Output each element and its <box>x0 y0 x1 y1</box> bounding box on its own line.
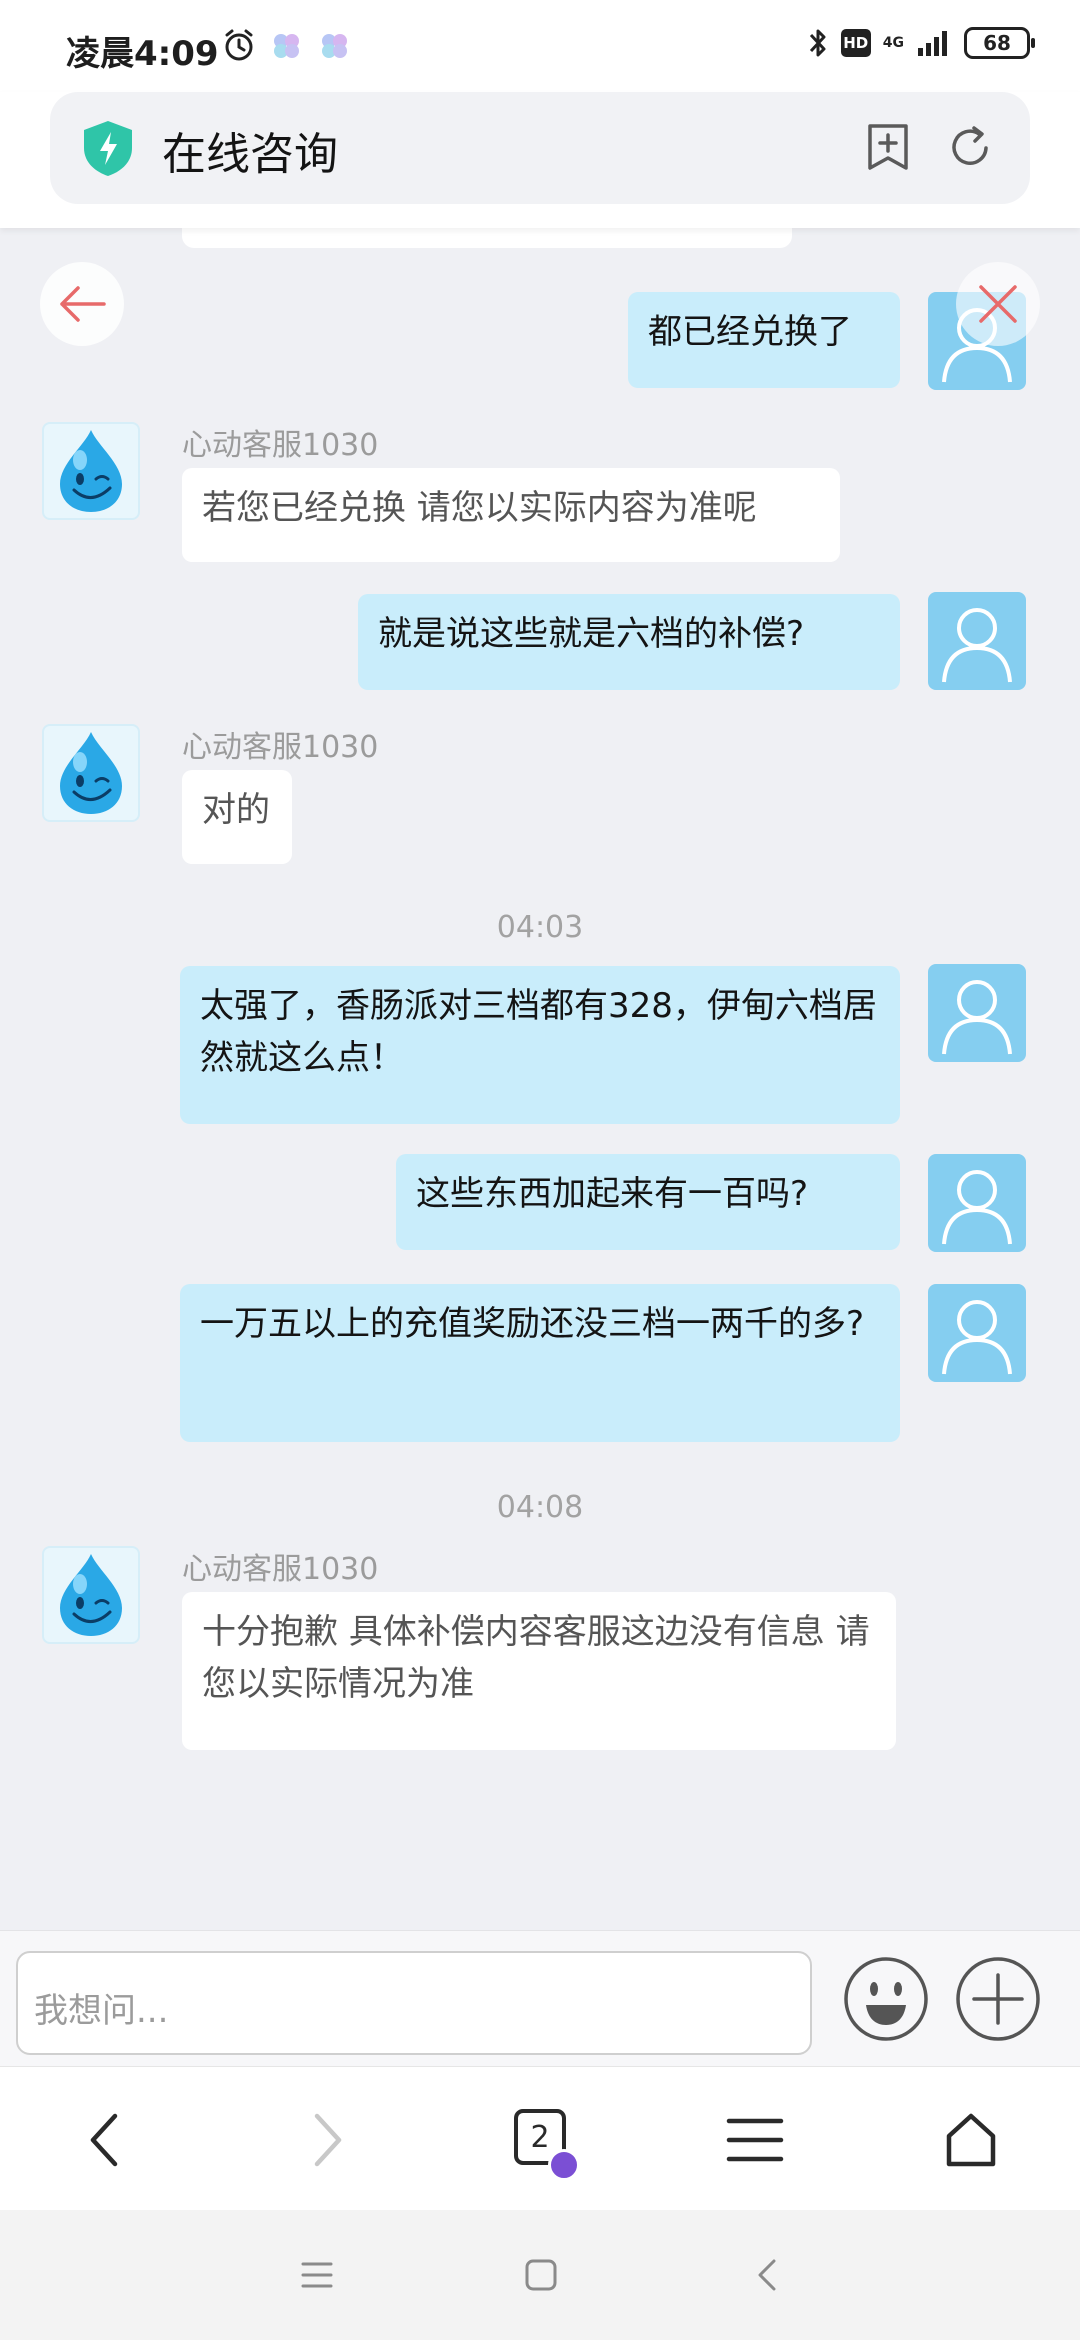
shield-icon <box>84 121 132 176</box>
smiling-drop-mascot-icon <box>60 1554 122 1636</box>
message-text: 太强了，香肠派对三档都有328，伊甸六档居然就这么点！ <box>200 986 877 1078</box>
user-message-bubble: 都已经兑换了 <box>628 292 900 388</box>
agent-avatar <box>42 724 140 822</box>
battery-indicator: 68 <box>964 27 1035 59</box>
partial-message-bubble <box>182 228 792 248</box>
user-avatar <box>928 592 1026 690</box>
message-input-bar: 我想问... <box>0 1930 1080 2066</box>
hamburger-menu-icon <box>726 2118 784 2162</box>
system-navigation-bar <box>0 2210 1080 2340</box>
agent-message-bubble: 对的 <box>182 770 292 864</box>
browser-forward-button[interactable] <box>282 2095 372 2185</box>
close-icon <box>979 285 1017 323</box>
agent-message-bubble: 十分抱歉 具体补偿内容客服这边没有信息 请您以实际情况为准 <box>182 1592 896 1750</box>
user-avatar-icon <box>942 1300 1012 1375</box>
chat-area[interactable]: 都已经兑换了 心动客服1030 若您已经兑换 请您以实际内容为准呢 就是说这些就… <box>0 228 1080 1930</box>
user-message-bubble: 就是说这些就是六档的补偿? <box>358 594 900 690</box>
agent-message-bubble: 若您已经兑换 请您以实际内容为准呢 <box>182 468 840 562</box>
header: 在线咨询 <box>0 92 1080 228</box>
user-avatar-icon <box>942 1170 1012 1245</box>
smiling-drop-mascot-icon <box>60 732 122 814</box>
system-home-button[interactable] <box>516 2250 566 2300</box>
network-type-label: 4G <box>882 35 904 51</box>
smiling-drop-mascot-icon <box>60 430 122 512</box>
system-back-icon <box>758 2259 776 2291</box>
message-text: 都已经兑换了 <box>648 312 852 352</box>
recent-apps-button[interactable] <box>292 2250 342 2300</box>
add-bookmark-icon[interactable] <box>864 122 912 172</box>
timestamp: 04:08 <box>496 1490 584 1525</box>
app-notification-icon <box>322 34 347 58</box>
status-time: 凌晨4:09 <box>66 34 219 74</box>
message-text: 就是说这些就是六档的补偿? <box>378 614 805 654</box>
chevron-left-icon <box>90 2113 118 2167</box>
message-text: 这些东西加起来有一百吗? <box>416 1174 809 1214</box>
square-home-icon <box>525 2259 557 2291</box>
refresh-icon[interactable] <box>946 122 994 172</box>
user-avatar <box>928 964 1026 1062</box>
user-message-bubble: 这些东西加起来有一百吗? <box>396 1154 900 1250</box>
incognito-badge-icon <box>548 2149 580 2181</box>
hd-badge: HD <box>840 29 871 57</box>
browser-toolbar: 2 <box>0 2066 1080 2210</box>
user-avatar-icon <box>942 980 1012 1055</box>
address-bar[interactable]: 在线咨询 <box>50 92 1030 204</box>
page-title: 在线咨询 <box>162 129 338 180</box>
agent-name: 心动客服1030 <box>182 428 379 463</box>
close-button[interactable] <box>956 262 1040 346</box>
home-button[interactable] <box>926 2095 1016 2185</box>
signal-icon <box>918 31 947 56</box>
timestamp: 04:03 <box>496 910 584 945</box>
system-back-button[interactable] <box>742 2250 792 2300</box>
recent-apps-icon <box>301 2262 333 2288</box>
browser-back-button[interactable] <box>60 2095 150 2185</box>
agent-name: 心动客服1030 <box>182 1552 379 1587</box>
user-avatar-icon <box>942 608 1012 683</box>
message-text: 一万五以上的充值奖励还没三档一两千的多? <box>200 1304 865 1344</box>
message-text: 对的 <box>202 790 270 830</box>
status-bar: 凌晨4:09 HD 4G 68 <box>0 0 1080 92</box>
user-message-bubble: 太强了，香肠派对三档都有328，伊甸六档居然就这么点！ <box>180 966 900 1124</box>
chevron-right-icon <box>314 2113 342 2167</box>
agent-name: 心动客服1030 <box>182 730 379 765</box>
bluetooth-icon <box>809 29 826 57</box>
message-text: 十分抱歉 具体补偿内容客服这边没有信息 请您以实际情况为准 <box>202 1612 870 1704</box>
app-notification-icon <box>274 34 299 58</box>
agent-avatar <box>42 1546 140 1644</box>
user-message-bubble: 一万五以上的充值奖励还没三档一两千的多? <box>180 1284 900 1442</box>
user-avatar <box>928 1154 1026 1252</box>
message-input[interactable]: 我想问... <box>16 1951 812 2055</box>
message-text: 若您已经兑换 请您以实际内容为准呢 <box>202 488 757 528</box>
input-placeholder: 我想问... <box>34 1991 169 2031</box>
plus-icon[interactable] <box>954 1955 1042 2043</box>
agent-avatar <box>42 422 140 520</box>
alarm-icon <box>225 29 253 61</box>
emoji-icon[interactable] <box>842 1955 930 2043</box>
back-button[interactable] <box>40 262 124 346</box>
user-avatar <box>928 1284 1026 1382</box>
menu-button[interactable] <box>710 2095 800 2185</box>
home-icon <box>946 2113 996 2167</box>
back-arrow-icon <box>60 286 106 322</box>
